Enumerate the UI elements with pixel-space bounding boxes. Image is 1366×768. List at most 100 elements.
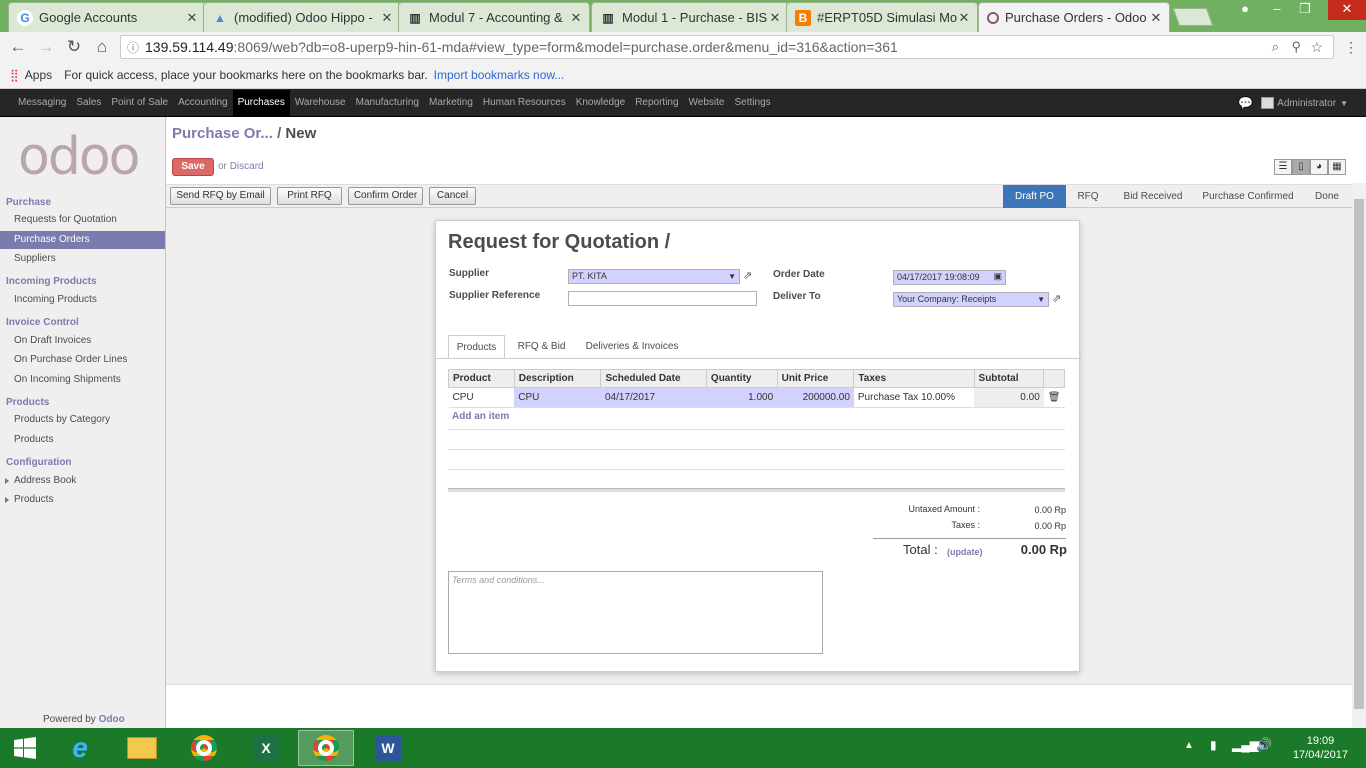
top-menu-manufacturing[interactable]: Manufacturing bbox=[351, 90, 424, 116]
top-menu-settings[interactable]: Settings bbox=[730, 90, 776, 116]
import-bookmarks-link[interactable]: Import bookmarks now... bbox=[434, 68, 565, 82]
top-menu-reporting[interactable]: Reporting bbox=[630, 90, 683, 116]
signal-icon[interactable]: ▂▄▆ bbox=[1232, 738, 1259, 752]
top-menu-knowledge[interactable]: Knowledge bbox=[571, 90, 630, 116]
close-tab-icon[interactable]: ✕ bbox=[768, 10, 782, 26]
add-item-link[interactable]: Add an item bbox=[452, 411, 509, 422]
external-link-icon[interactable]: ⇗ bbox=[1052, 292, 1061, 305]
chrome-icon[interactable] bbox=[176, 730, 232, 766]
user-menu[interactable]: 💬 Administrator ▼ bbox=[1238, 89, 1348, 117]
column-product[interactable]: Product bbox=[448, 369, 515, 388]
close-window-icon[interactable]: ✕ bbox=[1328, 0, 1366, 20]
bookmark-star-icon[interactable]: ☆ bbox=[1310, 39, 1323, 56]
apps-link[interactable]: Apps bbox=[25, 68, 52, 82]
column-taxes[interactable]: Taxes bbox=[853, 369, 975, 388]
tray-arrow-icon[interactable]: ▲ bbox=[1184, 740, 1194, 751]
close-tab-icon[interactable]: ✕ bbox=[380, 10, 394, 26]
calendar-view-icon[interactable]: ▦ bbox=[1328, 159, 1346, 175]
browser-tab[interactable]: G Google Accounts ✕ bbox=[8, 2, 206, 32]
excel-icon[interactable]: X bbox=[238, 730, 294, 766]
table-row[interactable]: CPU CPU 04/17/2017 1.000 200000.00 Purch… bbox=[448, 387, 1065, 408]
trash-icon[interactable]: 🗑 bbox=[1043, 387, 1065, 408]
deliver-to-field[interactable]: Your Company: Receipts ▼ bbox=[893, 292, 1049, 307]
close-tab-icon[interactable]: ✕ bbox=[569, 10, 583, 26]
cell-taxes[interactable]: Purchase Tax 10.00% bbox=[853, 387, 975, 408]
list-view-icon[interactable]: ☰ bbox=[1274, 159, 1292, 175]
top-menu-warehouse[interactable]: Warehouse bbox=[290, 90, 351, 116]
close-tab-icon[interactable]: ✕ bbox=[185, 10, 199, 26]
cell-description[interactable]: CPU bbox=[514, 387, 601, 408]
save-button[interactable]: Save bbox=[172, 158, 214, 176]
user-icon[interactable]: ● bbox=[1230, 0, 1260, 20]
top-menu-sales[interactable]: Sales bbox=[71, 90, 106, 116]
url-input[interactable]: ⓘ 139.59.114.49 :8069/web?db=o8-uperp9-h… bbox=[120, 35, 1334, 59]
apps-grid-icon[interactable]: ⣿ bbox=[10, 68, 19, 82]
windows-start-icon[interactable] bbox=[0, 730, 50, 766]
word-icon[interactable]: W bbox=[360, 730, 416, 766]
tab-products[interactable]: Products bbox=[448, 335, 505, 359]
external-link-icon[interactable]: ⇗ bbox=[743, 269, 752, 282]
home-icon[interactable]: ⌂ bbox=[88, 37, 116, 57]
graph-view-icon[interactable]: ◕ bbox=[1310, 159, 1328, 175]
tab-deliveries-invoices[interactable]: Deliveries & Invoices bbox=[578, 335, 686, 359]
top-menu-accounting[interactable]: Accounting bbox=[173, 90, 232, 116]
internet-explorer-icon[interactable]: e bbox=[52, 730, 108, 766]
sidebar-item-purchase-orders[interactable]: Purchase Orders bbox=[0, 231, 165, 249]
calendar-icon[interactable]: ▣ bbox=[993, 270, 1002, 283]
forward-icon[interactable]: → bbox=[32, 37, 60, 57]
cell-product[interactable]: CPU bbox=[448, 387, 515, 408]
sidebar-item-po-lines[interactable]: On Purchase Order Lines bbox=[0, 351, 165, 369]
close-tab-icon[interactable]: ✕ bbox=[957, 10, 971, 26]
column-description[interactable]: Description bbox=[513, 369, 602, 388]
supplier-reference-field[interactable] bbox=[568, 291, 757, 306]
cell-quantity[interactable]: 1.000 bbox=[706, 387, 778, 408]
browser-tab[interactable]: ▥ Modul 7 - Accounting & ✕ bbox=[398, 2, 590, 32]
battery-icon[interactable]: ▮ bbox=[1210, 738, 1217, 752]
top-menu-messaging[interactable]: Messaging bbox=[13, 90, 71, 116]
browser-tab-active[interactable]: Purchase Orders - Odoo ✕ bbox=[978, 2, 1170, 32]
back-icon[interactable]: ← bbox=[4, 37, 32, 57]
sidebar-item-products-by-category[interactable]: Products by Category bbox=[0, 411, 165, 429]
column-unit-price[interactable]: Unit Price bbox=[776, 369, 855, 388]
tab-rfq-bid[interactable]: RFQ & Bid bbox=[510, 335, 573, 359]
column-quantity[interactable]: Quantity bbox=[705, 369, 778, 388]
minimize-icon[interactable]: – bbox=[1262, 0, 1292, 20]
system-clock[interactable]: 19:09 17/04/2017 bbox=[1293, 734, 1348, 762]
close-tab-icon[interactable]: ✕ bbox=[1149, 10, 1163, 26]
confirm-order-button[interactable]: Confirm Order bbox=[348, 187, 423, 205]
breadcrumb-parent-link[interactable]: Purchase Or... bbox=[172, 125, 273, 142]
cell-scheduled-date[interactable]: 04/17/2017 bbox=[600, 387, 707, 408]
powered-by-brand[interactable]: Odoo bbox=[99, 714, 125, 725]
browser-tab[interactable]: B #ERPT05D Simulasi Mod ✕ bbox=[786, 2, 978, 32]
column-scheduled-date[interactable]: Scheduled Date bbox=[600, 369, 707, 388]
sidebar-item-draft-invoices[interactable]: On Draft Invoices bbox=[0, 332, 165, 350]
chrome-menu-icon[interactable]: ⋮ bbox=[1344, 39, 1358, 56]
scrollbar-thumb[interactable] bbox=[1354, 199, 1364, 709]
browser-tab[interactable]: ▥ Modul 1 - Purchase - BISI ✕ bbox=[591, 2, 789, 32]
update-link[interactable]: (update) bbox=[947, 547, 983, 557]
discard-link[interactable]: Discard bbox=[230, 161, 264, 172]
top-menu-human-resources[interactable]: Human Resources bbox=[478, 90, 571, 116]
order-date-field[interactable]: 04/17/2017 19:08:09 ▣ bbox=[893, 270, 1006, 285]
sidebar-item-products[interactable]: Products bbox=[0, 431, 165, 449]
terms-conditions-textarea[interactable]: Terms and conditions... bbox=[448, 571, 823, 654]
top-menu-purchases[interactable]: Purchases bbox=[232, 89, 290, 116]
restore-icon[interactable]: ❐ bbox=[1290, 0, 1320, 20]
new-tab-button[interactable] bbox=[1172, 8, 1214, 26]
chat-icon[interactable]: 💬 bbox=[1238, 96, 1253, 110]
pin-icon[interactable]: ⚲ bbox=[1291, 39, 1301, 55]
cancel-button[interactable]: Cancel bbox=[429, 187, 476, 205]
sidebar-item-address-book[interactable]: Address Book bbox=[0, 472, 165, 490]
send-rfq-email-button[interactable]: Send RFQ by Email bbox=[170, 187, 271, 205]
page-scrollbar[interactable] bbox=[1352, 183, 1366, 728]
sidebar-item-rfq[interactable]: Requests for Quotation bbox=[0, 211, 165, 229]
sidebar-item-incoming-shipments[interactable]: On Incoming Shipments bbox=[0, 371, 165, 389]
sidebar-item-suppliers[interactable]: Suppliers bbox=[0, 250, 165, 268]
zoom-icon[interactable]: ⌕ bbox=[1272, 39, 1279, 55]
top-menu-point-of-sale[interactable]: Point of Sale bbox=[106, 90, 173, 116]
print-rfq-button[interactable]: Print RFQ bbox=[277, 187, 342, 205]
column-subtotal[interactable]: Subtotal bbox=[973, 369, 1045, 388]
reload-icon[interactable]: ↻ bbox=[60, 37, 88, 57]
volume-icon[interactable]: 🔊 bbox=[1256, 737, 1272, 753]
top-menu-website[interactable]: Website bbox=[684, 90, 730, 116]
